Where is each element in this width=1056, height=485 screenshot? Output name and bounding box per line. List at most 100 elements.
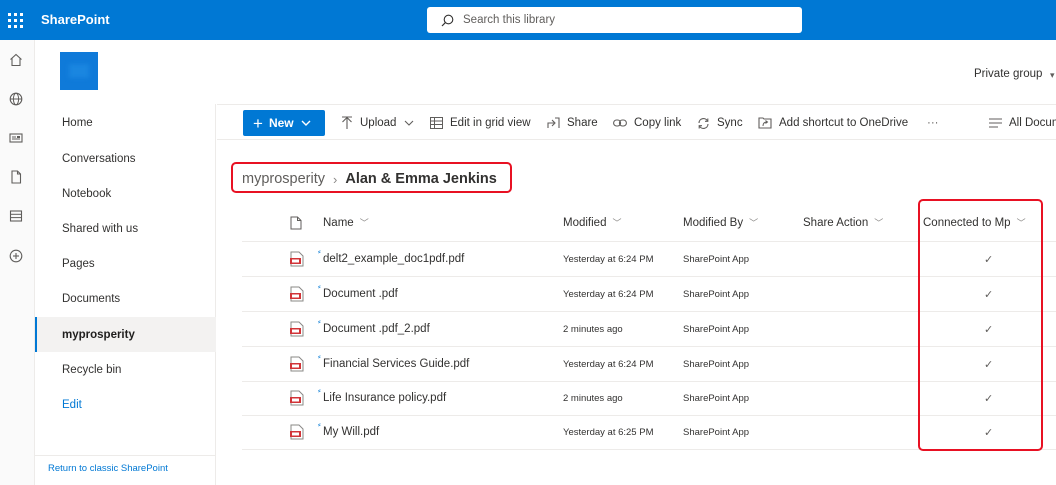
modified-date: 2 minutes ago [563, 392, 623, 404]
list-icon[interactable] [8, 208, 24, 224]
nav-item-notebook[interactable]: Notebook [35, 176, 216, 211]
file-name[interactable]: delt2_example_doc1pdf.pdf [323, 242, 464, 276]
column-modified-by-label: Modified By [683, 216, 744, 229]
modified-by[interactable]: SharePoint App [683, 381, 749, 415]
view-label: All Docum [1009, 117, 1056, 129]
globe-icon[interactable] [8, 91, 24, 107]
more-options-button[interactable]: ··· [927, 113, 939, 133]
chevron-down-icon: ﹀ [359, 218, 369, 228]
column-share-action-label: Share Action [803, 216, 869, 229]
file-name[interactable]: Life Insurance policy.pdf [323, 381, 446, 415]
pdf-file-icon [290, 312, 304, 346]
app-rail [0, 40, 35, 485]
document-icon[interactable] [8, 169, 24, 185]
modified-by[interactable]: SharePoint App [683, 347, 749, 381]
add-icon[interactable] [8, 248, 24, 264]
column-header-modified-by[interactable]: Modified By ﹀ [683, 216, 758, 229]
nav-item-shared-with-us[interactable]: Shared with us [35, 211, 216, 246]
edit-grid-view-button[interactable]: Edit in grid view [430, 113, 531, 133]
nav-edit-link[interactable]: Edit [35, 387, 216, 422]
file-name[interactable]: My Will.pdf [323, 415, 379, 449]
copy-link-button[interactable]: Copy link [613, 113, 681, 133]
add-shortcut-label: Add shortcut to OneDrive [779, 117, 909, 129]
pdf-file-icon [290, 381, 304, 415]
nav-item-conversations[interactable]: Conversations [35, 141, 216, 176]
modified-date: Yesterday at 6:25 PM [563, 426, 654, 438]
chevron-down-icon[interactable]: ▾ [1050, 70, 1055, 81]
list-view-icon [989, 118, 1002, 128]
search-box[interactable]: Search this library [427, 7, 802, 33]
nav-item-documents[interactable]: Documents [35, 281, 216, 316]
file-type-header-icon[interactable] [290, 216, 302, 230]
new-item-icon: ⸗ [318, 317, 321, 326]
breadcrumb-highlight [231, 162, 512, 193]
file-name[interactable]: Document .pdf [323, 277, 398, 311]
return-to-classic-link[interactable]: Return to classic SharePoint [35, 455, 216, 485]
share-label: Share [567, 117, 598, 129]
modified-by[interactable]: SharePoint App [683, 277, 749, 311]
modified-date: Yesterday at 6:24 PM [563, 358, 654, 370]
new-button-label: New [268, 116, 294, 130]
new-button[interactable]: + New [243, 110, 325, 136]
modified-date: 2 minutes ago [563, 323, 623, 335]
file-name[interactable]: Document .pdf_2.pdf [323, 312, 430, 346]
chevron-down-icon: ﹀ [874, 218, 884, 228]
nav-item-pages[interactable]: Pages [35, 246, 216, 281]
connected-column-highlight [918, 199, 1043, 451]
left-navigation: Home Conversations Notebook Shared with … [35, 104, 216, 485]
chevron-down-icon [405, 120, 414, 126]
chevron-down-icon [301, 120, 311, 126]
plus-icon: + [253, 113, 263, 133]
upload-icon [342, 116, 352, 129]
pdf-file-icon [290, 242, 304, 276]
modified-date: Yesterday at 6:24 PM [563, 253, 654, 265]
share-icon [547, 117, 560, 128]
new-item-icon: ⸗ [318, 282, 321, 291]
file-name[interactable]: Financial Services Guide.pdf [323, 347, 469, 381]
new-item-icon: ⸗ [318, 420, 321, 429]
column-name-label: Name [323, 216, 354, 229]
pdf-file-icon [290, 347, 304, 381]
search-icon [441, 14, 454, 26]
app-launcher-icon[interactable] [0, 0, 30, 40]
column-header-modified[interactable]: Modified ﹀ [563, 216, 621, 229]
command-bar: + New Upload Edit in grid view Share Cop… [217, 104, 1056, 140]
new-item-icon: ⸗ [318, 352, 321, 361]
new-item-icon: ⸗ [318, 247, 321, 256]
add-shortcut-button[interactable]: Add shortcut to OneDrive [758, 113, 908, 133]
view-switcher[interactable]: All Docum [989, 113, 1056, 133]
search-placeholder: Search this library [463, 14, 556, 26]
new-item-icon: ⸗ [318, 386, 321, 395]
column-header-share-action[interactable]: Share Action ﹀ [803, 216, 883, 229]
share-button[interactable]: Share [547, 113, 598, 133]
brand-label[interactable]: SharePoint [41, 12, 110, 27]
home-icon[interactable] [8, 52, 24, 68]
sync-button[interactable]: Sync [697, 113, 743, 133]
suite-bar: SharePoint Search this library [0, 0, 1056, 40]
grid-icon [430, 117, 443, 129]
nav-item-recycle-bin[interactable]: Recycle bin [35, 352, 216, 387]
column-header-name[interactable]: Name ﹀ [323, 216, 369, 229]
group-privacy-label: Private group [974, 68, 1043, 80]
pdf-file-icon [290, 277, 304, 311]
modified-by[interactable]: SharePoint App [683, 242, 749, 276]
site-logo[interactable] [60, 52, 98, 90]
link-icon [613, 119, 627, 127]
sync-icon [698, 117, 709, 129]
shortcut-icon [758, 117, 772, 129]
sync-label: Sync [717, 117, 743, 129]
column-modified-label: Modified [563, 216, 607, 229]
copy-link-label: Copy link [634, 117, 682, 129]
news-icon[interactable] [8, 130, 24, 146]
chevron-down-icon: ﹀ [749, 218, 759, 228]
modified-by[interactable]: SharePoint App [683, 415, 749, 449]
upload-label: Upload [360, 117, 397, 129]
edit-grid-view-label: Edit in grid view [450, 117, 531, 129]
chevron-down-icon: ﹀ [612, 218, 622, 228]
nav-item-myprosperity[interactable]: myprosperity [35, 317, 216, 352]
upload-button[interactable]: Upload [341, 113, 414, 133]
pdf-file-icon [290, 415, 304, 449]
modified-date: Yesterday at 6:24 PM [563, 288, 654, 300]
nav-item-home[interactable]: Home [35, 105, 216, 140]
modified-by[interactable]: SharePoint App [683, 312, 749, 346]
